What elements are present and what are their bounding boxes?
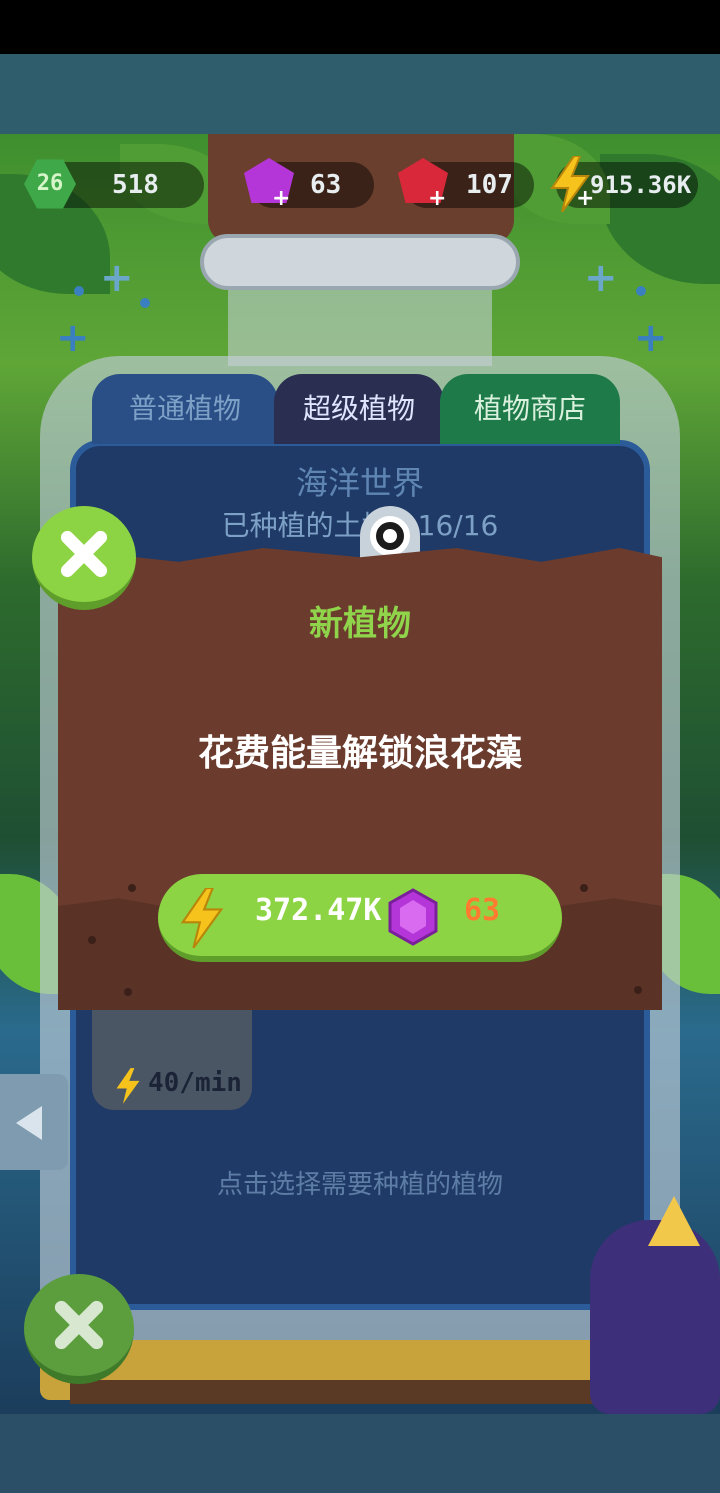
tab-super-plants[interactable]: 超级植物 bbox=[274, 374, 444, 444]
add-red-gem-icon[interactable]: + bbox=[428, 188, 446, 210]
lightning-icon bbox=[180, 888, 224, 948]
soil-dot bbox=[634, 986, 642, 994]
party-hat-icon bbox=[648, 1196, 700, 1246]
plus-decoration: + bbox=[100, 255, 134, 301]
purple-gem-value: 63 bbox=[310, 170, 342, 200]
hint-text: 点击选择需要种植的植物 bbox=[216, 1170, 503, 1200]
soil-dot bbox=[580, 884, 588, 892]
tab-normal-plants[interactable]: 普通植物 bbox=[92, 374, 278, 444]
eye-pupil bbox=[383, 529, 397, 543]
plant-energy-rate: 40/min bbox=[148, 1068, 242, 1098]
soil-dot bbox=[124, 988, 132, 996]
top-band bbox=[0, 54, 720, 134]
bottom-band bbox=[0, 1414, 720, 1493]
jar-neck bbox=[228, 286, 492, 366]
jar-lid bbox=[200, 234, 520, 290]
dot-decoration bbox=[74, 286, 84, 296]
close-modal-button[interactable] bbox=[32, 506, 136, 610]
close-panel-button[interactable] bbox=[24, 1274, 134, 1384]
purple-gem-icon bbox=[388, 888, 438, 946]
dot-decoration bbox=[636, 286, 646, 296]
plus-decoration: + bbox=[56, 315, 90, 361]
xp-value: 518 bbox=[112, 170, 159, 200]
gem-cost-value: 63 bbox=[464, 893, 501, 928]
red-gem-value: 107 bbox=[466, 170, 513, 200]
lightning-icon bbox=[116, 1068, 140, 1104]
energy-cost-value: 372.47K bbox=[255, 893, 382, 928]
left-arrow-icon bbox=[16, 1106, 42, 1140]
soil-dot bbox=[88, 936, 96, 944]
close-icon bbox=[54, 1300, 104, 1350]
dot-decoration bbox=[140, 298, 150, 308]
tab-plant-shop[interactable]: 植物商店 bbox=[440, 374, 620, 444]
jar-base-shadow bbox=[70, 1380, 650, 1404]
close-icon bbox=[60, 530, 108, 578]
modal-message: 花费能量解锁浪花藻 bbox=[197, 733, 522, 774]
status-bar bbox=[0, 0, 720, 54]
plus-decoration: + bbox=[584, 255, 618, 301]
soil-dot bbox=[128, 884, 136, 892]
modal-title: 新植物 bbox=[309, 604, 411, 644]
plus-decoration: + bbox=[634, 315, 668, 361]
energy-value: 915.36K bbox=[590, 171, 692, 199]
world-name: 海洋世界 bbox=[295, 464, 424, 502]
add-purple-gem-icon[interactable]: + bbox=[272, 188, 290, 210]
mascot-character bbox=[590, 1220, 720, 1414]
